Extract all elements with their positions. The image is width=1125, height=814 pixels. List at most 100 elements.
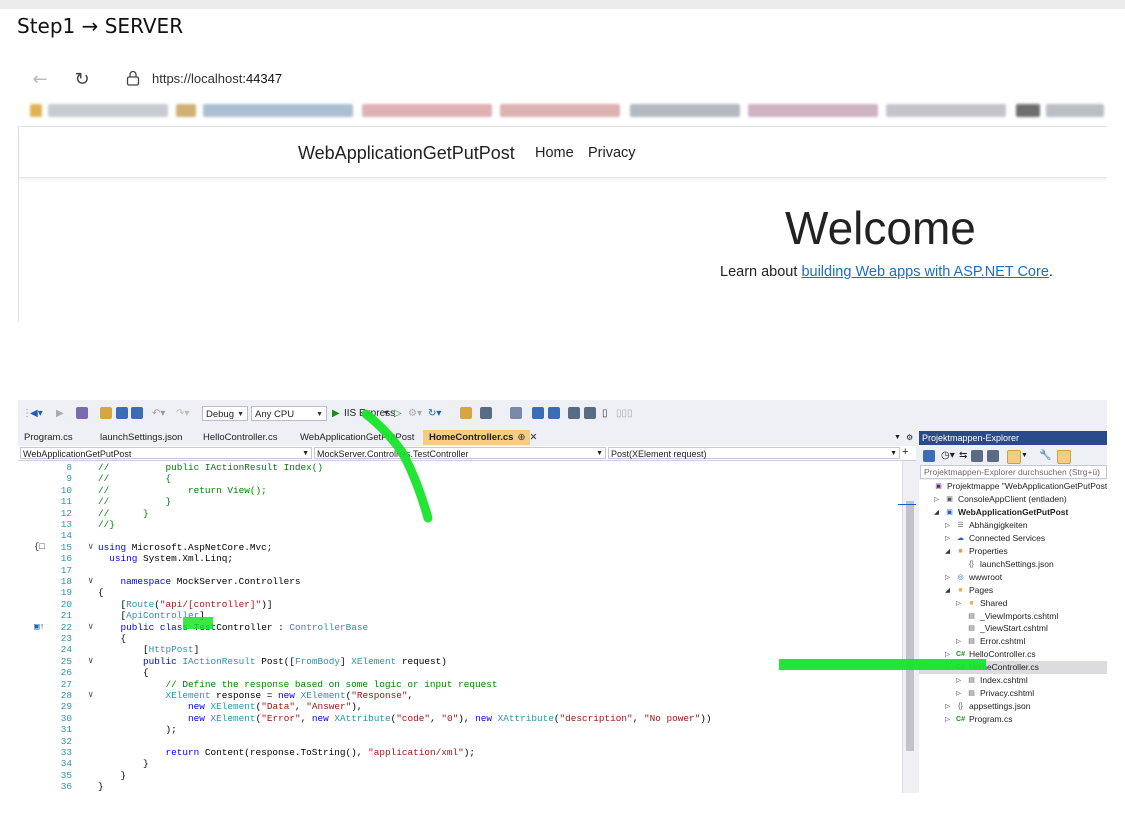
code-line[interactable]: 12 // } (18, 508, 902, 520)
aspnet-docs-link[interactable]: building Web apps with ASP.NET Core (801, 264, 1048, 280)
fold-toggle-icon[interactable]: ∨ (88, 656, 93, 668)
quick-action-icon[interactable]: {□ (34, 542, 45, 554)
code-line[interactable]: 36} (18, 781, 902, 793)
code-line[interactable]: 29 new XElement("Data", "Answer"), (18, 701, 902, 713)
tab-program-cs[interactable]: Program.cs (18, 430, 94, 445)
site-brand[interactable]: WebApplicationGetPutPost (298, 143, 515, 164)
configuration-dropdown[interactable]: Debug ▼ (202, 406, 248, 421)
filter-icon[interactable] (1007, 450, 1021, 464)
code-line[interactable]: 21 [ApiController] (18, 610, 902, 622)
chevron-down-icon[interactable]: ▼ (1021, 448, 1028, 464)
browser-link-icon[interactable] (460, 407, 472, 419)
code-line[interactable]: 11 // } (18, 496, 902, 508)
tree-node[interactable]: ▷ {} appsettings.json (919, 700, 1107, 713)
collapsed-arrow-icon[interactable]: ▷ (956, 674, 961, 687)
start-icon[interactable]: ▶ (332, 406, 340, 422)
split-icon[interactable]: + (902, 444, 908, 460)
bookmark-item[interactable] (500, 104, 620, 117)
tab-launchsettings[interactable]: launchSettings.json (94, 430, 197, 445)
tab-overflow-icon[interactable]: ▼ (894, 430, 901, 446)
expanded-arrow-icon[interactable]: ◢ (934, 506, 939, 519)
tree-node[interactable]: ▷ ◎ wwwroot (919, 571, 1107, 584)
tree-node[interactable]: {} launchSettings.json (919, 558, 1107, 571)
indent-icon[interactable] (568, 407, 580, 419)
code-line[interactable]: 31 ); (18, 724, 902, 736)
collapsed-arrow-icon[interactable]: ▷ (945, 648, 950, 661)
tab-homecontroller[interactable]: HomeController.cs ⊕ ✕ (423, 430, 537, 445)
toolbox-icon[interactable] (510, 407, 522, 419)
code-line[interactable]: 17 (18, 565, 902, 577)
layout-icon[interactable] (480, 407, 492, 419)
code-line[interactable]: 10 // return View(); (18, 485, 902, 497)
undo-icon[interactable]: ↶▾ (152, 406, 165, 422)
solution-explorer-search[interactable]: Projektmappen-Explorer durchsuchen (Strg… (920, 465, 1107, 479)
code-line[interactable]: 26 { (18, 667, 902, 679)
url-field[interactable]: https://localhost:44347 (112, 64, 1107, 94)
collapsed-arrow-icon[interactable]: ▷ (956, 687, 961, 700)
tree-node[interactable]: ▷ ☁ Connected Services (919, 532, 1107, 545)
code-line[interactable]: 14 (18, 530, 902, 542)
sync-icon[interactable] (923, 450, 935, 462)
collapsed-arrow-icon[interactable]: ▷ (945, 532, 950, 545)
bookmark-item[interactable] (630, 104, 740, 117)
attach-icon[interactable]: ⚙▾ (408, 406, 422, 422)
save-all-icon[interactable] (131, 407, 143, 419)
uncomment-icon[interactable] (548, 407, 560, 419)
project-dropdown[interactable]: WebApplicationGetPutPost ▼ (20, 447, 312, 459)
code-line[interactable]: 34 } (18, 758, 902, 770)
code-line[interactable]: 30 new XElement("Error", new XAttribute(… (18, 713, 902, 725)
save-icon[interactable] (116, 407, 128, 419)
outdent-icon[interactable] (584, 407, 596, 419)
bookmark-item[interactable] (1046, 104, 1104, 117)
bookmark-item[interactable] (203, 104, 353, 117)
code-line[interactable]: 33 return Content(response.ToString(), "… (18, 747, 902, 759)
code-line[interactable]: 18 ∨ namespace MockServer.Controllers (18, 576, 902, 588)
collapsed-arrow-icon[interactable]: ▷ (934, 493, 939, 506)
code-line[interactable]: 13 //} (18, 519, 902, 531)
new-item-icon[interactable] (76, 407, 88, 419)
code-line[interactable]: 24 [HttpPost] (18, 644, 902, 656)
bookmark-item[interactable] (748, 104, 878, 117)
bookmark-item[interactable] (1016, 104, 1040, 117)
tree-node[interactable]: ▷ ▤ Error.cshtml (919, 635, 1107, 648)
tree-node[interactable]: ▷ ▤ Index.cshtml (919, 674, 1107, 687)
code-line[interactable]: 9 // { (18, 473, 902, 485)
reload-icon[interactable]: ↻ (70, 67, 94, 91)
tree-node[interactable]: ▤ _ViewImports.cshtml (919, 610, 1107, 623)
fold-toggle-icon[interactable]: ∨ (88, 622, 93, 634)
fold-toggle-icon[interactable]: ∨ (88, 690, 93, 702)
collapsed-arrow-icon[interactable]: ▷ (945, 519, 950, 532)
platform-dropdown[interactable]: Any CPU ▼ (251, 406, 327, 421)
tree-node[interactable]: ▣ Projektmappe "WebApplicationGetPutPost"… (919, 480, 1107, 493)
bookmark-item[interactable] (176, 104, 196, 117)
fold-toggle-icon[interactable]: ∨ (88, 542, 93, 554)
tab-hellocontroller[interactable]: HelloController.cs (197, 430, 294, 445)
member-dropdown[interactable]: Post(XElement request) ▼ (608, 447, 900, 459)
tree-node[interactable]: ▷ ▣ ConsoleAppClient (entladen) (919, 493, 1107, 506)
tree-node[interactable]: ▷ ☰ Abhängigkeiten (919, 519, 1107, 532)
close-icon[interactable]: ✕ (529, 432, 537, 443)
forward-nav-icon[interactable]: ▶ (56, 406, 64, 422)
code-line[interactable]: 25 ∨ public IActionResult Post([FromBody]… (18, 656, 902, 668)
fold-toggle-icon[interactable]: ∨ (88, 576, 93, 588)
code-line[interactable]: 8 // public IActionResult Index() (18, 462, 902, 474)
pin-icon[interactable]: ⊕ (517, 432, 525, 443)
properties-wrench-icon[interactable]: 🔧 (1039, 448, 1051, 464)
code-line[interactable]: 15 ∨ {□ using Microsoft.AspNetCore.Mvc; (18, 542, 902, 554)
code-line[interactable]: 35 } (18, 770, 902, 782)
tree-node[interactable]: ▷ ■ Shared (919, 597, 1107, 610)
scrollbar-thumb[interactable] (906, 501, 914, 751)
refresh-icon[interactable]: ↻▾ (428, 406, 441, 422)
tree-node[interactable]: ▷ C# HelloController.cs (919, 648, 1107, 661)
code-line[interactable]: 16 using System.Xml.Linq; (18, 553, 902, 565)
expanded-arrow-icon[interactable]: ◢ (945, 584, 950, 597)
pending-changes-icon[interactable]: ⇆ (959, 448, 967, 464)
bookmark-item[interactable] (886, 104, 1006, 117)
class-dropdown[interactable]: MockServer.Controllers.TestController ▼ (314, 447, 606, 459)
comment-icon[interactable] (532, 407, 544, 419)
bookmark-item[interactable] (30, 104, 42, 117)
collapsed-arrow-icon[interactable]: ▷ (956, 597, 961, 610)
redo-icon[interactable]: ↷▾ (176, 406, 189, 422)
code-line[interactable]: 20 [Route("api/[controller]")] (18, 599, 902, 611)
tree-node[interactable]: ▷ C# HomeController.cs (919, 661, 1107, 675)
